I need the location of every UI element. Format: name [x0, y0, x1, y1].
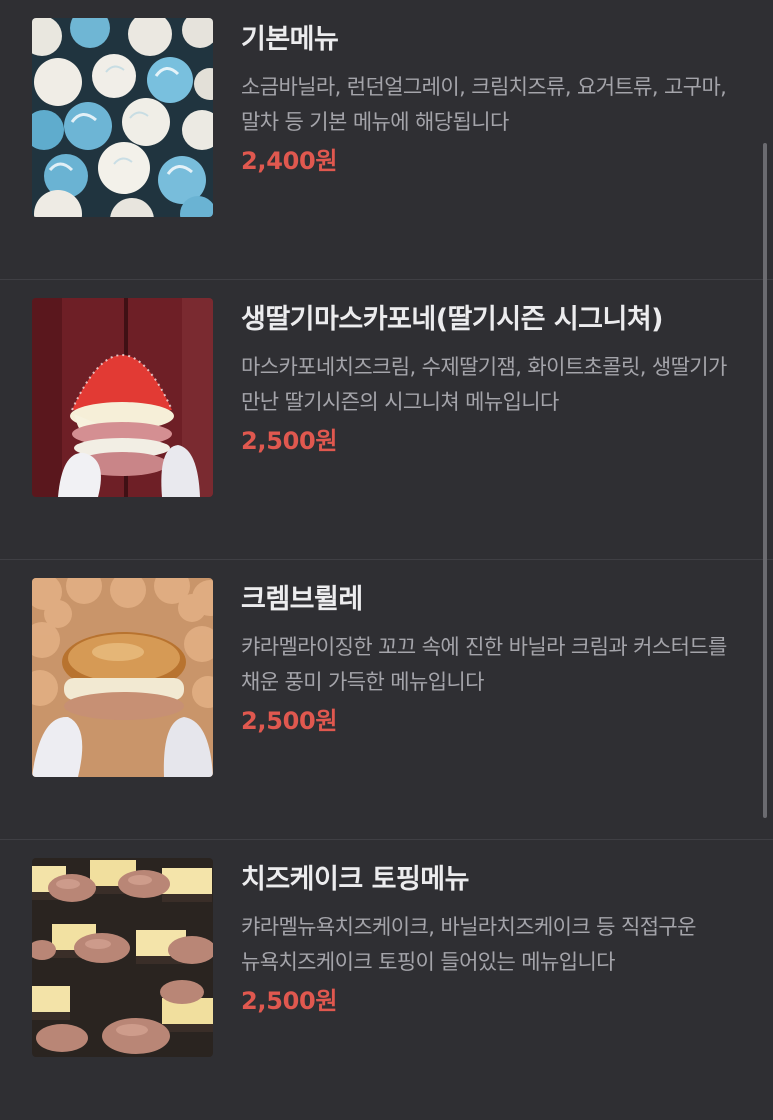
menu-item-title: 기본메뉴	[241, 24, 339, 55]
menu-item-price: 2,500원	[241, 707, 338, 735]
strawberry-macaron-photo	[32, 298, 213, 497]
menu-item-price: 2,400원	[241, 147, 338, 175]
cheesecake-macarons-photo	[32, 858, 213, 1057]
menu-item-description: 캬라멜뉴욕치즈케이크, 바닐라치즈케이크 등 직접구운 뉴욕치즈케이크 토핑이 …	[241, 915, 696, 974]
menu-item-price: 2,500원	[241, 987, 338, 1015]
menu-item-info: 기본메뉴 소금바닐라, 런던얼그레이, 크림치즈류, 요거트류, 고구마, 말차…	[241, 22, 746, 178]
menu-item-basic[interactable]: 기본메뉴 소금바닐라, 런던얼그레이, 크림치즈류, 요거트류, 고구마, 말차…	[0, 0, 773, 280]
menu-item-price: 2,500원	[241, 427, 338, 455]
menu-item-description: 캬라멜라이징한 꼬끄 속에 진한 바닐라 크림과 커스터드를 채운 풍미 가득한…	[241, 635, 727, 694]
scrollbar[interactable]	[763, 143, 767, 818]
menu-item-description: 마스카포네치즈크림, 수제딸기잼, 화이트초콜릿, 생딸기가 만난 딸기시즌의 …	[241, 355, 727, 414]
blue-white-macarons-photo	[32, 18, 213, 217]
menu-item-creme-brulee[interactable]: 크렘브륄레 캬라멜라이징한 꼬끄 속에 진한 바닐라 크림과 커스터드를 채운 …	[0, 560, 773, 840]
menu-item-strawberry-mascarpone[interactable]: 생딸기마스카포네(딸기시즌 시그니쳐) 마스카포네치즈크림, 수제딸기잼, 화이…	[0, 280, 773, 560]
menu-item-info: 치즈케이크 토핑메뉴 캬라멜뉴욕치즈케이크, 바닐라치즈케이크 등 직접구운 뉴…	[241, 862, 746, 1018]
creme-brulee-macaron-photo	[32, 578, 213, 777]
menu-item-title: 치즈케이크 토핑메뉴	[241, 864, 469, 895]
menu-item-title: 생딸기마스카포네(딸기시즌 시그니쳐)	[241, 304, 664, 335]
menu-list: 기본메뉴 소금바닐라, 런던얼그레이, 크림치즈류, 요거트류, 고구마, 말차…	[0, 0, 773, 1085]
menu-item-cheesecake-topping[interactable]: 치즈케이크 토핑메뉴 캬라멜뉴욕치즈케이크, 바닐라치즈케이크 등 직접구운 뉴…	[0, 840, 773, 1120]
menu-item-info: 크렘브륄레 캬라멜라이징한 꼬끄 속에 진한 바닐라 크림과 커스터드를 채운 …	[241, 582, 746, 738]
menu-item-info: 생딸기마스카포네(딸기시즌 시그니쳐) 마스카포네치즈크림, 수제딸기잼, 화이…	[241, 302, 746, 458]
menu-item-description: 소금바닐라, 런던얼그레이, 크림치즈류, 요거트류, 고구마, 말차 등 기본…	[241, 75, 727, 134]
menu-item-title: 크렘브륄레	[241, 584, 363, 615]
